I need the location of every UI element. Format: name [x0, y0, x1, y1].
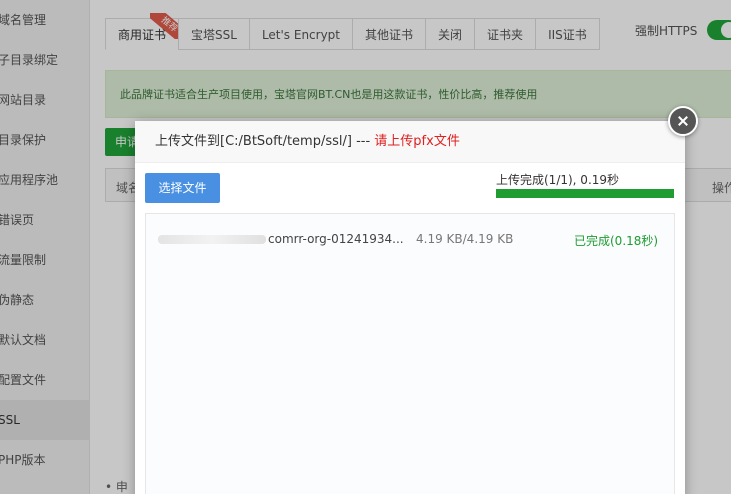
close-icon[interactable]	[668, 106, 698, 136]
list-item: comrr-org-01241934... 4.19 KB/4.19 KB 已完…	[146, 230, 674, 250]
upload-progress-fill	[496, 189, 674, 198]
dialog-title: 上传文件到[C:/BtSoft/temp/ssl/] --- 请上传pfx文件	[135, 121, 685, 163]
upload-file-list: comrr-org-01241934... 4.19 KB/4.19 KB 已完…	[145, 213, 675, 494]
upload-dialog: 上传文件到[C:/BtSoft/temp/ssl/] --- 请上传pfx文件 …	[135, 106, 698, 494]
dialog-title-path: 上传文件到[C:/BtSoft/temp/ssl/] ---	[155, 134, 375, 149]
file-status: 已完成(0.18秒)	[574, 234, 659, 248]
upload-progress-bar	[496, 189, 674, 198]
choose-file-button[interactable]: 选择文件	[145, 173, 220, 203]
file-name-text: comrr-org-01241934...	[268, 232, 404, 246]
blurred-filename-prefix	[158, 235, 266, 244]
file-name: comrr-org-01241934...	[158, 232, 404, 246]
file-size: 4.19 KB/4.19 KB	[416, 232, 514, 246]
upload-progress-text: 上传完成(1/1), 0.19秒	[496, 173, 620, 187]
dialog-title-warning: 请上传pfx文件	[374, 134, 460, 149]
